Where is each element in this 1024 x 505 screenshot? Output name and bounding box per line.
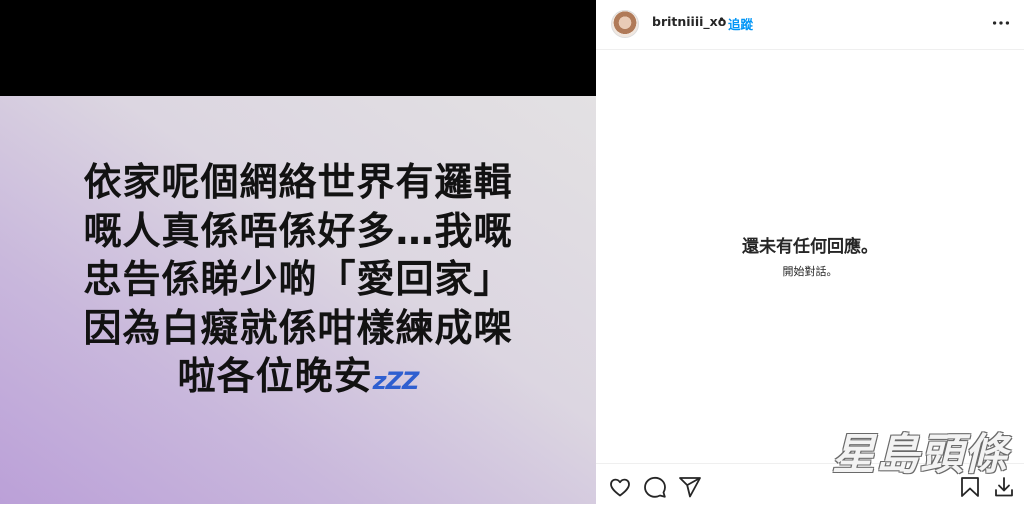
zzz-sleep-icon: zZZ [372, 367, 420, 395]
story-line-4: 因為白癡就係咁樣練成㗎 [83, 305, 513, 350]
story-line-2: 嘅人真係唔係好多…我嘅 [83, 208, 513, 253]
avatar[interactable] [611, 10, 639, 38]
post-media: 依家呢個網絡世界有邏輯 嘅人真係唔係好多…我嘅 忠告係睇少啲「愛回家」 因為白癡… [0, 0, 596, 504]
username-link[interactable]: britniiii_xo [652, 14, 726, 29]
share-icon[interactable] [678, 475, 702, 499]
start-conversation-text: 開始對話。 [782, 265, 838, 278]
separator-dot: • [718, 13, 726, 27]
story-line-5: 啦各位晚安zZZ [0, 352, 596, 406]
story-caption: 依家呢個網絡世界有邏輯 嘅人真係唔係好多…我嘅 忠告係睇少啲「愛回家」 因為白癡… [0, 158, 596, 406]
follow-button[interactable]: 追蹤 [728, 14, 753, 33]
comment-icon[interactable] [643, 475, 667, 499]
story-line-3: 忠告係睇少啲「愛回家」 [83, 257, 513, 301]
watermark-logo: 星島頭條 [832, 430, 1008, 480]
heart-icon[interactable] [608, 475, 632, 499]
post-header: britniiii_xo • 追蹤 [596, 0, 1024, 50]
more-options-icon[interactable] [990, 12, 1012, 34]
story-line-1: 依家呢個網絡世界有邏輯 [83, 160, 513, 204]
no-comments-title: 還未有任何回應。 [742, 237, 878, 257]
story-line-5-text: 啦各位晚安 [177, 354, 373, 398]
story-image: 依家呢個網絡世界有邏輯 嘅人真係唔係好多…我嘅 忠告係睇少啲「愛回家」 因為白癡… [0, 96, 596, 504]
